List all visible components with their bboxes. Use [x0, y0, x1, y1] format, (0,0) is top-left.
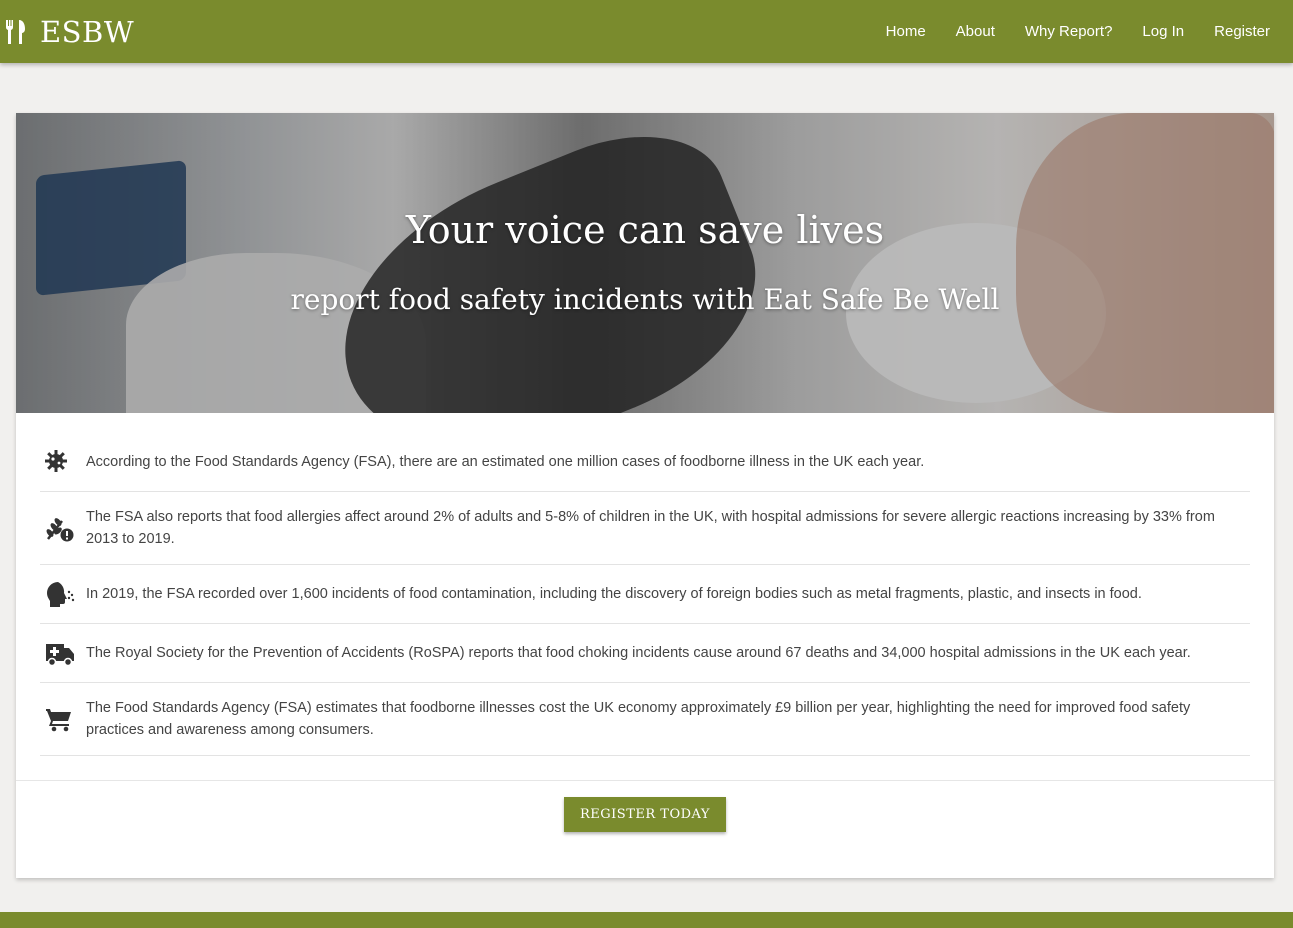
hero-overlay: [16, 113, 1274, 413]
register-today-button[interactable]: REGISTER TODAY: [564, 797, 726, 832]
brand[interactable]: ESBW: [4, 15, 134, 49]
stat-text: The Royal Society for the Prevention of …: [86, 645, 1191, 661]
utensils-icon: [4, 19, 28, 45]
main-card: Your voice can save lives report food sa…: [16, 113, 1274, 878]
stat-text: According to the Food Standards Agency (…: [86, 454, 925, 470]
shopping-cart-icon: [44, 704, 76, 734]
stats-list: According to the Food Standards Agency (…: [40, 433, 1250, 756]
stat-text: The FSA also reports that food allergies…: [86, 509, 1215, 547]
list-item: The Royal Society for the Prevention of …: [40, 624, 1250, 683]
hero-subtitle: report food safety incidents with Eat Sa…: [290, 283, 1000, 316]
head-sneeze-icon: [44, 579, 76, 609]
allergy-wheat-icon: [44, 513, 76, 543]
stat-text: In 2019, the FSA recorded over 1,600 inc…: [86, 586, 1142, 602]
nav-register-link[interactable]: Register: [1199, 23, 1285, 40]
brand-name: ESBW: [40, 14, 135, 49]
footer-bar: [0, 912, 1293, 928]
list-item: The FSA also reports that food allergies…: [40, 492, 1250, 565]
nav-home-link[interactable]: Home: [871, 23, 941, 40]
list-item: In 2019, the FSA recorded over 1,600 inc…: [40, 565, 1250, 624]
top-navbar: ESBW Home About Why Report? Log In Regis…: [0, 0, 1293, 63]
ambulance-icon: [44, 638, 76, 668]
hero-banner: Your voice can save lives report food sa…: [16, 113, 1274, 413]
list-item: According to the Food Standards Agency (…: [40, 433, 1250, 492]
list-item: The Food Standards Agency (FSA) estimate…: [40, 683, 1250, 756]
cta-container: REGISTER TODAY: [16, 781, 1274, 832]
hero-title: Your voice can save lives: [405, 208, 885, 252]
nav-about-link[interactable]: About: [941, 23, 1010, 40]
nav-login-link[interactable]: Log In: [1127, 23, 1199, 40]
virus-icon: [44, 447, 76, 477]
main-nav: Home About Why Report? Log In Register: [871, 23, 1285, 40]
stat-text: The Food Standards Agency (FSA) estimate…: [86, 700, 1191, 738]
nav-why-report-link[interactable]: Why Report?: [1010, 23, 1128, 40]
